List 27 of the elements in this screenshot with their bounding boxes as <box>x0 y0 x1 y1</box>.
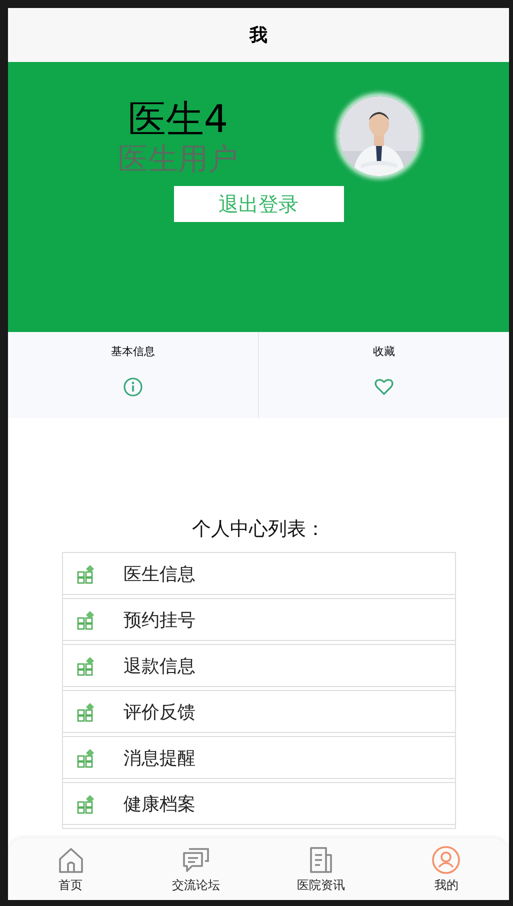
user-icon <box>431 844 462 874</box>
list-heading: 个人中心列表： <box>192 517 325 542</box>
menu-item[interactable]: 预约挂号 <box>62 598 454 641</box>
grid-icon <box>76 656 96 676</box>
tab[interactable]: 首页 <box>8 838 134 900</box>
shortcut-tile[interactable]: 收藏 <box>258 332 509 418</box>
user-name: 医生4 <box>128 96 228 142</box>
menu-item[interactable]: 评价反馈 <box>62 690 454 733</box>
menu-item[interactable]: 消息提醒 <box>62 736 454 779</box>
grid-icon <box>76 702 96 722</box>
shortcut-label: 收藏 <box>373 344 395 359</box>
tab[interactable]: 我的 <box>384 838 509 900</box>
heart-icon <box>374 377 394 397</box>
page-title: 我 <box>250 24 268 47</box>
tab[interactable]: 交流论坛 <box>133 838 258 900</box>
shortcut-tile[interactable]: 基本信息 <box>8 332 258 418</box>
menu-item[interactable]: 医生信息 <box>62 552 454 595</box>
user-role: 医生用户 <box>118 142 238 178</box>
grid-icon <box>76 748 96 768</box>
grid-icon <box>76 610 96 630</box>
shortcut-label: 基本信息 <box>111 344 155 359</box>
info-icon <box>123 377 143 397</box>
menu-item[interactable]: 健康档案 <box>62 782 454 825</box>
menu-item[interactable]: 退款信息 <box>62 644 454 687</box>
tab[interactable]: 医院资讯 <box>258 838 384 900</box>
grid-icon <box>76 794 96 814</box>
grid-icon <box>76 564 96 584</box>
